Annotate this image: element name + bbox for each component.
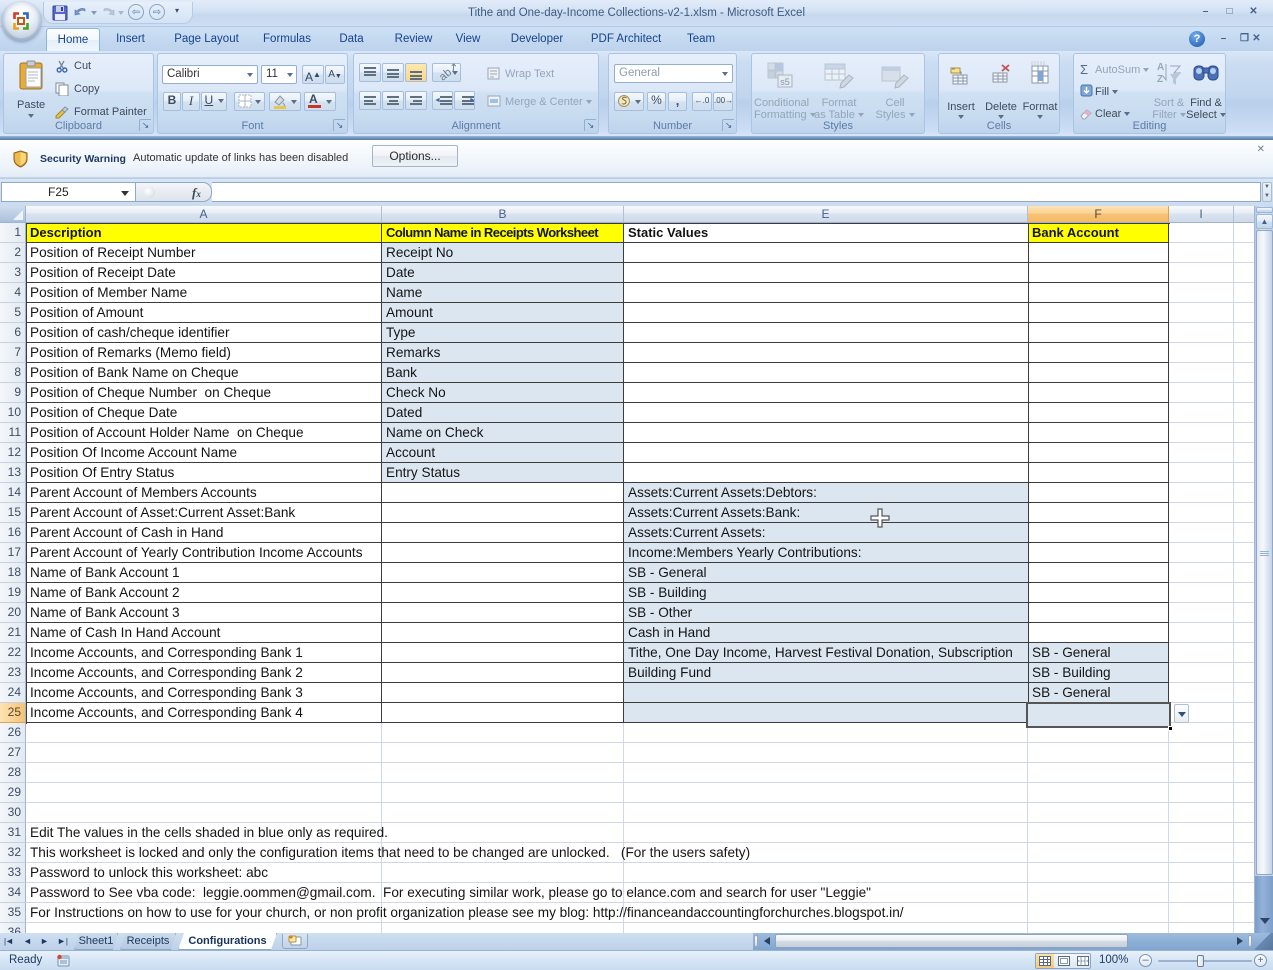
- svg-text:A: A: [1157, 62, 1164, 73]
- svg-text:Z: Z: [1157, 74, 1163, 85]
- svg-text:s5: s5: [780, 77, 790, 87]
